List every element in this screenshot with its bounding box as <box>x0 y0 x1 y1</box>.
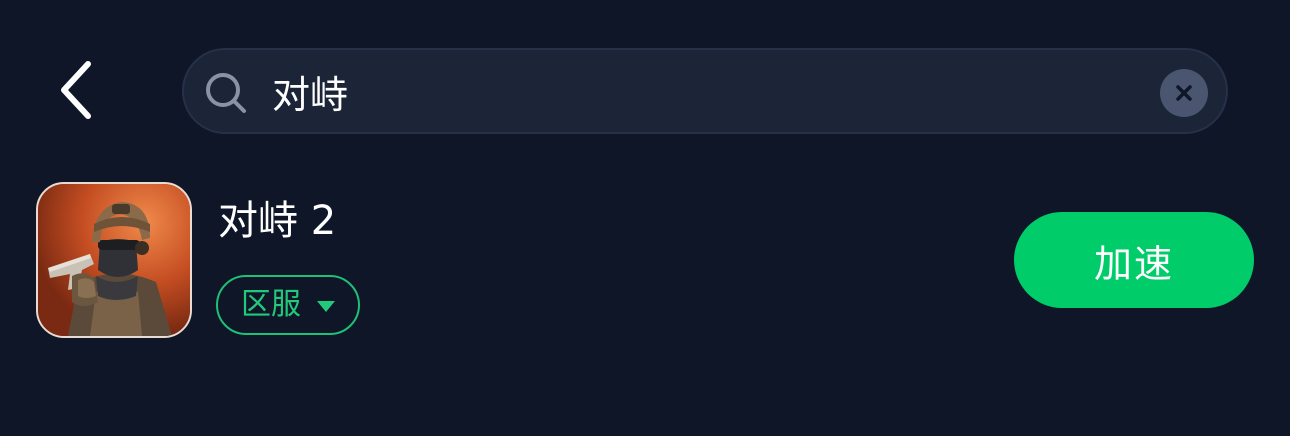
back-button[interactable] <box>40 52 112 128</box>
close-icon <box>1176 85 1192 101</box>
list-item[interactable]: 对峙 2 区服 加速 <box>0 176 1290 346</box>
search-icon <box>206 73 246 113</box>
accelerate-button[interactable]: 加速 <box>1014 212 1254 308</box>
clear-search-button[interactable] <box>1160 69 1208 117</box>
game-art <box>38 184 190 336</box>
game-app-icon[interactable] <box>36 182 192 338</box>
chevron-left-icon <box>61 61 91 119</box>
search-bar[interactable] <box>182 48 1228 134</box>
search-input[interactable] <box>272 60 1132 122</box>
region-label: 区服 <box>241 287 301 322</box>
caret-down-icon <box>317 300 335 312</box>
search-screen: 对峙 2 区服 加速 <box>0 0 1290 436</box>
game-title: 对峙 2 <box>218 198 337 244</box>
region-selector[interactable]: 区服 <box>216 275 360 335</box>
